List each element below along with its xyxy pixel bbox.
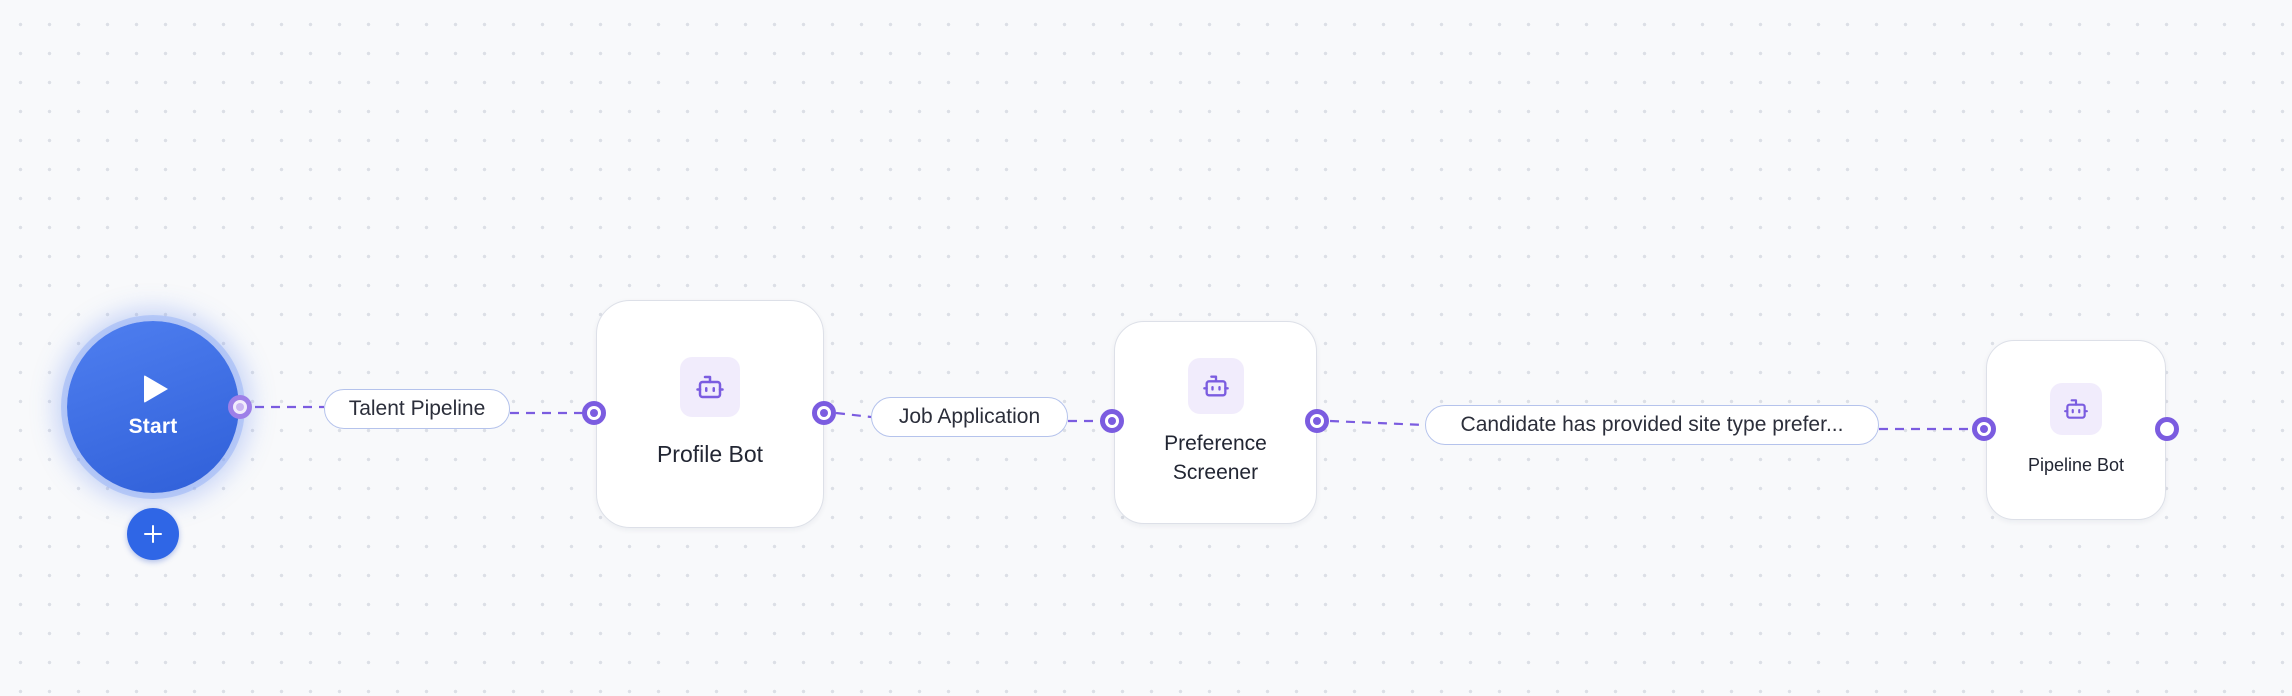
- node-profile-bot[interactable]: Profile Bot: [596, 300, 824, 528]
- pref-output-handle[interactable]: [1305, 409, 1329, 433]
- edge-label-job-application[interactable]: Job Application: [871, 397, 1068, 437]
- bot-icon: [1187, 358, 1244, 415]
- pipeline-input-handle[interactable]: [1972, 417, 1996, 441]
- node-title: Preference Screener: [1164, 432, 1267, 484]
- edge-label-talent-pipeline[interactable]: Talent Pipeline: [324, 389, 510, 429]
- profile-output-handle[interactable]: [812, 401, 836, 425]
- pipeline-output-handle[interactable]: [2155, 417, 2179, 441]
- play-icon: [144, 375, 168, 403]
- bot-icon: [2050, 382, 2102, 435]
- add-node-button[interactable]: [127, 508, 179, 560]
- edge-label-site-type-preference[interactable]: Candidate has provided site type prefer.…: [1425, 405, 1879, 445]
- start-node[interactable]: Start: [67, 321, 239, 493]
- node-title: Pipeline Bot: [2027, 454, 2125, 475]
- profile-input-handle[interactable]: [582, 401, 606, 425]
- start-node-label: Start: [128, 415, 178, 438]
- pref-input-handle[interactable]: [1100, 409, 1124, 433]
- bot-icon: [680, 357, 740, 418]
- start-output-handle[interactable]: [228, 395, 252, 419]
- node-title: Profile Bot: [656, 441, 764, 468]
- node-pipeline-bot[interactable]: Pipeline Bot: [1986, 340, 2166, 520]
- node-preference-screener[interactable]: Preference Screener: [1114, 321, 1317, 524]
